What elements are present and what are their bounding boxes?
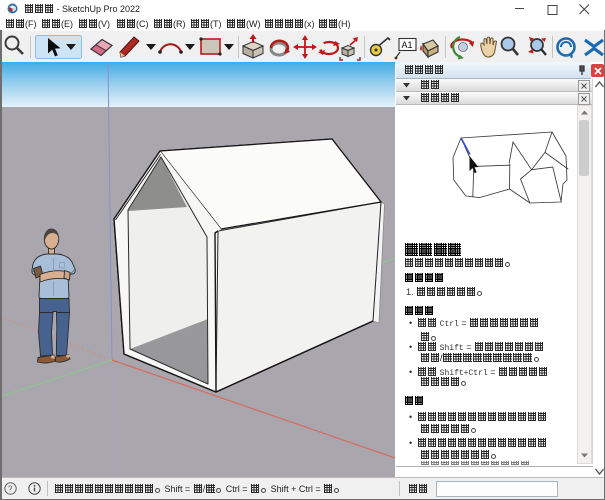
svg-text:?: ?: [8, 485, 13, 494]
svg-text:A1: A1: [402, 40, 413, 50]
